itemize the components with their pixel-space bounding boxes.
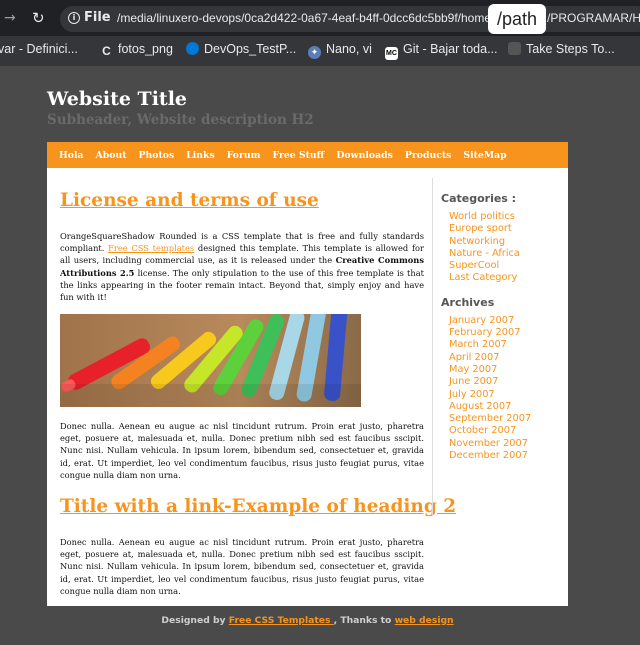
- nav-link-products[interactable]: Products: [405, 150, 452, 161]
- file-label: File: [84, 10, 111, 25]
- forward-arrow-icon[interactable]: →: [4, 10, 16, 26]
- content-container: Hola About Photos Links Forum Free Stuff…: [47, 142, 568, 606]
- site-footer: Designed by Free CSS Templates , Thanks …: [161, 615, 454, 626]
- archive-link[interactable]: September 2007: [449, 413, 566, 425]
- category-link[interactable]: Networking: [449, 236, 566, 248]
- path-tooltip: /path: [488, 4, 546, 34]
- license-paragraph: OrangeSquareShadow Rounded is a CSS temp…: [60, 231, 425, 303]
- category-link[interactable]: SuperCool: [449, 260, 566, 272]
- archive-link[interactable]: October 2007: [449, 425, 566, 437]
- category-link[interactable]: Nature - Africa: [449, 248, 566, 260]
- nav-link-photos[interactable]: Photos: [139, 150, 175, 161]
- heading-link-example[interactable]: Title with a link-Example of heading 2: [60, 496, 456, 517]
- article-heading-2: Title with a link-Example of heading 2: [60, 496, 456, 517]
- bookmark-item[interactable]: DevOps_TestP...: [186, 42, 296, 56]
- nav-link-forum[interactable]: Forum: [227, 150, 261, 161]
- free-css-templates-link[interactable]: Free CSS templates: [108, 243, 194, 253]
- nav-link-sitemap[interactable]: SiteMap: [463, 150, 506, 161]
- bookmark-item[interactable]: Cfotos_png: [100, 42, 173, 58]
- archive-link[interactable]: July 2007: [449, 389, 566, 401]
- archive-link[interactable]: April 2007: [449, 352, 566, 364]
- article-heading-1: License and terms of use: [60, 190, 424, 211]
- archives-list: January 2007 February 2007 March 2007 Ap…: [441, 315, 566, 463]
- nav-link-links[interactable]: Links: [186, 150, 215, 161]
- categories-list: World politics Europe sport Networking N…: [441, 211, 566, 285]
- sidebar-divider: [432, 178, 433, 516]
- nav-link-downloads[interactable]: Downloads: [336, 150, 393, 161]
- archive-link[interactable]: March 2007: [449, 339, 566, 351]
- bookmark-item[interactable]: var - Definici...: [0, 42, 78, 56]
- archive-link[interactable]: May 2007: [449, 364, 566, 376]
- mc-icon: MC: [385, 47, 398, 60]
- globe-icon: ✦: [308, 46, 321, 59]
- nav-link-about[interactable]: About: [96, 150, 127, 161]
- category-link[interactable]: Last Category: [449, 272, 566, 284]
- bookmark-item[interactable]: Take Steps To...: [508, 42, 615, 56]
- category-link[interactable]: Europe sport: [449, 223, 566, 235]
- main-nav: Hola About Photos Links Forum Free Stuff…: [47, 142, 568, 168]
- info-icon[interactable]: i: [68, 12, 80, 24]
- archives-heading: Archives: [441, 295, 495, 309]
- c-icon: C: [102, 44, 111, 58]
- archive-link[interactable]: November 2007: [449, 438, 566, 450]
- archive-link[interactable]: February 2007: [449, 327, 566, 339]
- categories-heading: Categories :: [441, 192, 517, 205]
- category-link[interactable]: World politics: [449, 211, 566, 223]
- nav-link-free-stuff[interactable]: Free Stuff: [273, 150, 325, 161]
- reload-icon[interactable]: ↻: [32, 9, 45, 27]
- bookmark-item[interactable]: MC Git - Bajar toda...: [385, 42, 497, 60]
- devops-icon: [186, 42, 199, 55]
- archive-link[interactable]: January 2007: [449, 315, 566, 327]
- url-text[interactable]: /media/linuxero-devops/0ca2d422-0a67-4ea…: [117, 11, 494, 25]
- nav-link-hola[interactable]: Hola: [59, 150, 84, 161]
- markers-photo: [60, 314, 361, 407]
- heading-license[interactable]: License and terms of use: [60, 190, 319, 211]
- browser-address-bar: → ↻ i File /media/linuxero-devops/0ca2d4…: [0, 0, 640, 36]
- body-paragraph: Donec nulla. Aenean eu augue ac nisl tin…: [60, 421, 424, 480]
- archive-link[interactable]: June 2007: [449, 376, 566, 388]
- site-title: Website Title: [47, 88, 187, 110]
- bookmark-item[interactable]: ✦ Nano, vi: [308, 42, 372, 59]
- body-paragraph: Donec nulla. Aenean eu augue ac nisl tin…: [60, 537, 424, 596]
- ticket-icon: [508, 42, 521, 55]
- footer-web-design-link[interactable]: web design: [395, 615, 454, 626]
- site-subtitle: Subheader, Website description H2: [47, 112, 314, 128]
- archive-link[interactable]: December 2007: [449, 450, 566, 462]
- footer-free-css-link[interactable]: Free CSS Templates: [229, 615, 334, 626]
- sidebar: Categories : World politics Europe sport…: [441, 192, 566, 462]
- archive-link[interactable]: August 2007: [449, 401, 566, 413]
- url-text-end[interactable]: /PROGRAMAR/Ht.: [547, 11, 640, 25]
